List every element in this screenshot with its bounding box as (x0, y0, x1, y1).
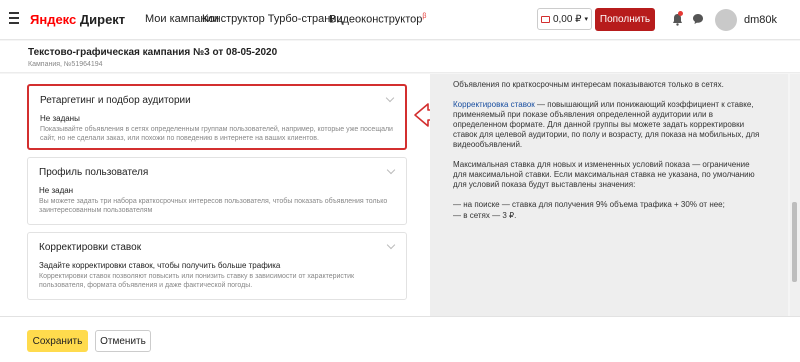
card-description: Корректировки ставок позволяют повысить … (39, 273, 355, 289)
scrollbar-thumb[interactable] (792, 202, 797, 282)
menu-icon[interactable] (9, 12, 19, 24)
cancel-button[interactable]: Отменить (95, 330, 151, 352)
bid-adjustments-link[interactable]: Корректировка ставок (453, 100, 535, 109)
wallet-icon (540, 15, 550, 23)
username[interactable]: dm80k (744, 14, 777, 26)
notification-dot (678, 11, 683, 16)
balance-value: 0,00 ₽ (552, 13, 582, 25)
logo[interactable]: Яндекс Директ (30, 12, 125, 27)
save-button[interactable]: Сохранить (27, 330, 88, 352)
card-status: Задайте корректировки ставок, чтобы полу… (39, 261, 281, 270)
help-text-max-bid: Максимальная ставка для новых и измененн… (453, 160, 755, 189)
bid-adjustments-card[interactable]: Корректировки ставок Задайте корректиров… (27, 232, 407, 300)
topup-button[interactable]: Пополнить (595, 8, 655, 31)
card-title: Профиль пользователя (39, 167, 149, 178)
beta-badge: β (422, 13, 427, 20)
chevron-down-icon: ▾ (584, 16, 589, 23)
help-list-item-networks: — в сетях — 3 ₽. (453, 211, 517, 220)
retargeting-card[interactable]: Ретаргетинг и подбор аудитории Не заданы… (27, 84, 407, 150)
user-profile-card[interactable]: Профиль пользователя Не задан Вы можете … (27, 157, 407, 225)
nav-video-builder-label: Видеоконструктор (329, 13, 423, 26)
nav-video-builder[interactable]: Видеоконструкторβ (329, 13, 426, 26)
chat-icon[interactable] (692, 13, 704, 25)
logo-brand: Яндекс (30, 12, 77, 27)
logo-product: Директ (79, 12, 126, 27)
card-status: Не заданы (40, 114, 80, 123)
help-text-bid-adjustments: Корректировка ставок — повышающий или по… (453, 100, 765, 150)
nav-turbo-builder[interactable]: Конструктор Турбо-страниц (202, 13, 343, 25)
campaign-title: Текстово-графическая кампания №3 от 08-0… (28, 47, 278, 58)
help-panel: Объявления по краткосрочным интересам по… (430, 74, 788, 316)
help-text-interests: Объявления по краткосрочным интересам по… (453, 80, 724, 89)
campaign-number: Кампания, №51964194 (28, 61, 103, 68)
card-title: Корректировки ставок (39, 242, 142, 253)
card-status: Не задан (39, 186, 74, 195)
footer-bar: Сохранить Отменить (0, 316, 800, 362)
campaign-header: Текстово-графическая кампания №3 от 08-0… (0, 41, 800, 73)
top-navbar: Яндекс Директ Мои кампании Конструктор Т… (0, 0, 800, 40)
balance-display[interactable]: 0,00 ₽ ▾ (537, 8, 592, 30)
help-list-item-search: — на поиске — ставка для получения 9% об… (453, 200, 725, 209)
card-title: Ретаргетинг и подбор аудитории (40, 95, 191, 106)
card-description: Вы можете задать три набора краткосрочны… (39, 198, 388, 214)
card-description: Показывайте объявления в сетях определен… (40, 126, 393, 142)
avatar[interactable] (715, 9, 737, 31)
